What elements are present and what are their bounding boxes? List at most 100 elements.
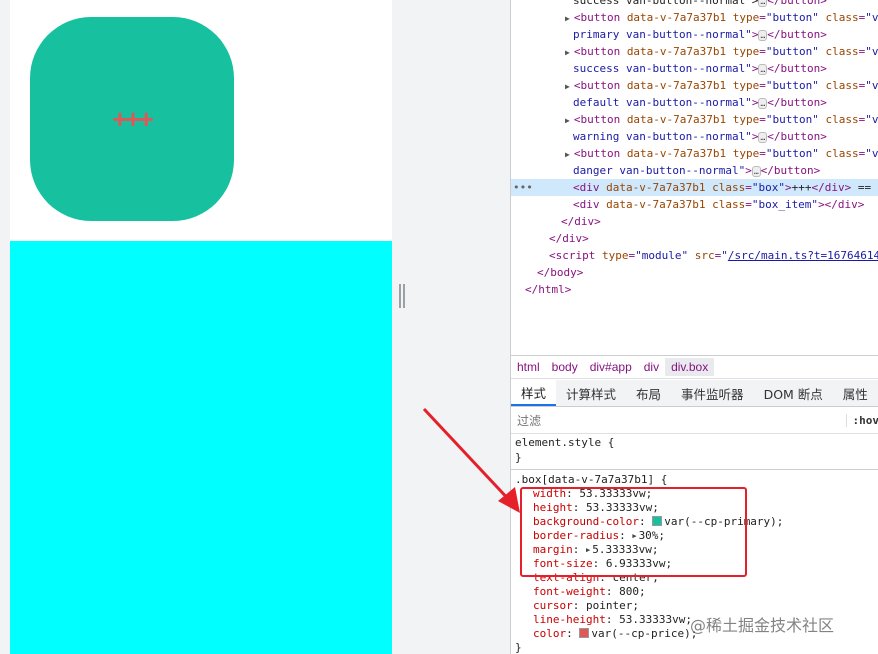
panel-splitter [392,0,510,654]
dom-token: </button> [767,62,827,75]
dom-node-line[interactable]: </div> [511,213,878,230]
tab-0[interactable]: 样式 [511,380,557,406]
dom-token: success van-button--normal" [573,62,752,75]
rule-close-brace: } [515,641,522,654]
dom-token: = [759,79,766,92]
dom-token: data-v-7a7a37b1 class [606,198,746,211]
dom-node-line[interactable]: primary van-button--normal">… </button> [511,26,878,43]
dom-token: success van-button--normal"> [573,0,759,7]
dom-token: "va [865,113,878,126]
dom-node-line[interactable]: ▶ <button data-v-7a7a37b1 type="button" c… [511,145,878,162]
dom-token: class [818,11,859,24]
dom-node-line[interactable]: success van-button--normal">… </button> [511,0,878,9]
tab-3[interactable]: 事件监听器 [671,380,754,406]
dom-node-line[interactable]: ▶ <button data-v-7a7a37b1 type="button" c… [511,77,878,94]
dom-node-line[interactable]: <script type="module" src="/src/main.ts?… [511,247,878,264]
expand-triangle-icon[interactable]: ▶ [565,116,570,125]
dom-token: "box_item" [751,198,819,211]
resize-handle-icon[interactable] [399,284,405,308]
style-declaration[interactable]: cursor: pointer; [533,599,639,613]
dom-token: == $ [857,181,878,194]
dom-token: ></div> [818,198,865,211]
dom-token: class [818,147,859,160]
dom-token: </button> [767,0,827,7]
expand-triangle-icon[interactable]: ▶ [565,48,570,57]
ellipsis-icon[interactable]: … [758,97,768,109]
dom-node-line[interactable]: </html> [511,281,878,298]
breadcrumb-item[interactable]: html [511,358,546,376]
dom-token: <script [549,249,602,262]
dom-node-line[interactable]: ▶ <button data-v-7a7a37b1 type="button" c… [511,111,878,128]
tab-5[interactable]: 属性 [833,380,878,406]
style-declaration[interactable]: font-weight: 800; [533,585,646,599]
source-link[interactable]: /src/main.ts?t=16764614 [728,249,878,262]
dom-node-line[interactable]: </div> [511,230,878,247]
dom-token: = [759,113,766,126]
dom-node-line[interactable]: ▶ <button data-v-7a7a37b1 type="button" c… [511,43,878,60]
breadcrumb-item[interactable]: div [638,358,665,376]
dom-token: "va [865,147,878,160]
dom-token: src [688,249,715,262]
dom-token: </button> [767,130,827,143]
ellipsis-icon[interactable]: … [758,29,768,41]
dom-token: "button" [765,147,819,160]
dom-node-line[interactable]: warning van-button--normal">… </button> [511,128,878,145]
dom-token: data-v-7a7a37b1 type [626,147,760,160]
dom-token: > [751,96,759,109]
dom-token: > [751,130,759,143]
dom-node-line[interactable]: </body> [511,264,878,281]
expand-triangle-icon[interactable]: ▶ [565,14,570,23]
box-element[interactable]: +++ [30,17,234,221]
color-swatch-icon[interactable] [579,628,590,638]
tab-4[interactable]: DOM 断点 [754,380,833,406]
breadcrumb: html body div#app div div.box [511,355,878,379]
property-name: font-weight [533,585,606,598]
dom-token: = [759,147,766,160]
breadcrumb-item[interactable]: div.box [665,358,715,376]
dom-token: +++ [791,181,812,194]
dom-node-line[interactable]: ▶ <button data-v-7a7a37b1 type="button" c… [511,9,878,26]
dom-node-line[interactable]: danger van-button--normal">… </button> [511,162,878,179]
dom-token: "button" [765,79,819,92]
ellipsis-icon[interactable]: … [751,165,761,177]
dom-token: "va [865,11,878,24]
dom-token: </button> [767,96,827,109]
dom-node-line[interactable]: ••• <div data-v-7a7a37b1 class="box">+++<… [511,179,878,196]
dom-token: > [745,164,752,177]
dom-token: data-v-7a7a37b1 class [606,181,746,194]
tab-2[interactable]: 布局 [626,380,671,406]
property-value: pointer; [586,599,639,612]
expand-triangle-icon[interactable]: ▶ [565,150,570,159]
dom-token: data-v-7a7a37b1 type [626,11,760,24]
style-declaration[interactable]: line-height: 53.33333vw; [533,613,692,627]
dom-token: = [745,181,752,194]
dom-token: " [721,249,728,262]
box-text: +++ [112,104,154,134]
dom-token: data-v-7a7a37b1 type [626,113,760,126]
style-declaration[interactable]: color: var(--cp-price); [533,627,697,641]
property-value: var(--cp-price); [591,627,698,640]
node-menu-icon[interactable]: ••• [513,179,533,196]
dom-token: <button [573,113,627,126]
ellipsis-icon[interactable]: … [758,131,768,143]
dom-token: warning van-button--normal" [573,130,752,143]
ellipsis-icon[interactable]: … [758,0,768,7]
dom-token: = [759,45,766,58]
filter-input[interactable] [515,410,840,431]
dom-token: class [818,45,859,58]
dom-token: </button> [760,164,821,177]
styles-filter-row: :hov [511,408,878,434]
breadcrumb-item[interactable]: body [546,358,584,376]
dom-node-line[interactable]: success van-button--normal">… </button> [511,60,878,77]
dom-node-line[interactable]: <div data-v-7a7a37b1 class="box_item"></… [511,196,878,213]
hov-toggle[interactable]: :hov [845,414,878,427]
dom-node-line[interactable]: default van-button--normal">… </button> [511,94,878,111]
tab-1[interactable]: 计算样式 [556,380,626,406]
dom-token: "button" [765,45,819,58]
annotation-arrow-icon [422,407,520,513]
dom-token: </div> [549,232,589,245]
expand-triangle-icon[interactable]: ▶ [565,82,570,91]
ellipsis-icon[interactable]: … [758,63,768,75]
breadcrumb-item[interactable]: div#app [584,358,638,376]
dom-token: primary van-button--normal" [573,28,752,41]
